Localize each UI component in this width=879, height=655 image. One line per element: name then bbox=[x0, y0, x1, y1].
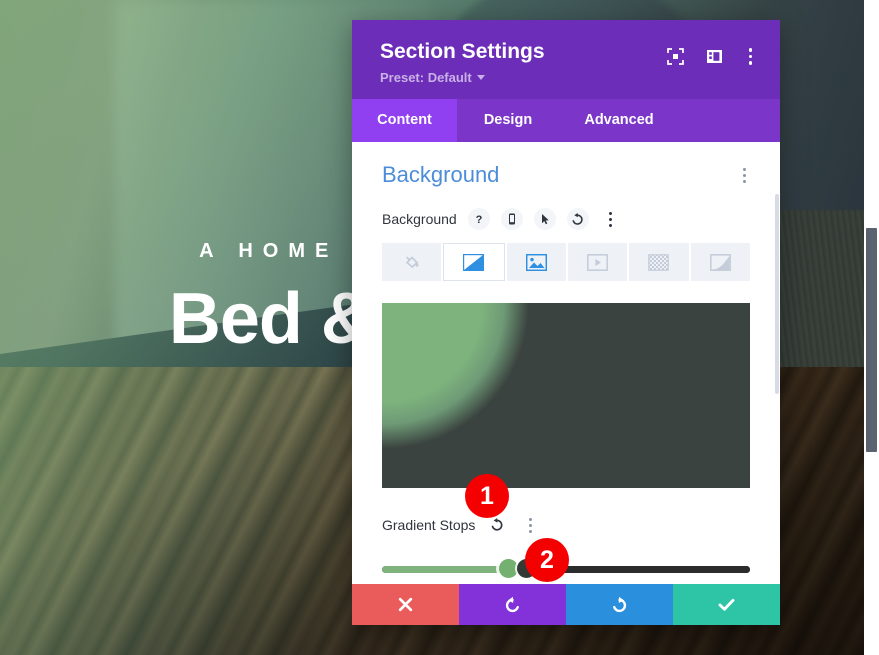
background-type-gradient[interactable] bbox=[443, 243, 505, 282]
modal-body-scrollbar[interactable] bbox=[774, 142, 780, 584]
tab-content[interactable]: Content bbox=[352, 99, 457, 143]
hover-cursor-icon[interactable] bbox=[533, 208, 556, 231]
modal-footer[interactable] bbox=[352, 584, 780, 625]
modal-body[interactable]: Background Background ? Gradient Stops bbox=[352, 142, 780, 584]
more-options-icon[interactable] bbox=[745, 45, 757, 68]
annotation-badge-1: 1 bbox=[465, 474, 509, 518]
gradient-stops-label: Gradient Stops bbox=[382, 517, 476, 534]
modal-body-scroll-thumb[interactable] bbox=[775, 194, 779, 395]
preset-selector[interactable]: Preset: Default bbox=[380, 70, 667, 85]
responsive-mobile-icon[interactable] bbox=[500, 208, 523, 231]
background-type-video[interactable] bbox=[567, 243, 628, 282]
cancel-button[interactable] bbox=[352, 584, 459, 625]
section-settings-modal[interactable]: Section Settings Preset: Default Content… bbox=[352, 20, 780, 625]
chevron-down-icon bbox=[476, 75, 485, 81]
page-scrollbar[interactable] bbox=[864, 0, 879, 655]
svg-text:?: ? bbox=[475, 214, 482, 226]
background-type-mask[interactable] bbox=[690, 243, 750, 282]
gradient-stops-label-row: Gradient Stops bbox=[382, 514, 750, 536]
background-type-pattern[interactable] bbox=[629, 243, 689, 282]
undo-button[interactable] bbox=[459, 584, 566, 625]
tab-advanced[interactable]: Advanced bbox=[559, 99, 679, 142]
page-title: Section Settings bbox=[380, 40, 545, 63]
background-section-header: Background bbox=[382, 162, 750, 188]
layout-panel-icon[interactable] bbox=[706, 48, 723, 65]
help-icon[interactable]: ? bbox=[467, 208, 490, 231]
gradient-stops-more-options-icon[interactable] bbox=[519, 514, 541, 536]
preset-label: Preset: Default bbox=[380, 70, 472, 86]
section-more-options-icon[interactable] bbox=[739, 165, 750, 186]
gradient-preview[interactable] bbox=[382, 303, 750, 489]
background-type-selector[interactable] bbox=[382, 243, 750, 282]
annotation-badge-2: 2 bbox=[525, 538, 569, 582]
gradient-stop-segment-end bbox=[540, 565, 750, 573]
background-field-label: Background bbox=[382, 211, 457, 228]
background-type-image[interactable] bbox=[506, 243, 566, 282]
tab-design[interactable]: Design bbox=[457, 99, 559, 142]
redo-button[interactable] bbox=[566, 584, 673, 625]
field-more-options-icon[interactable] bbox=[600, 208, 622, 230]
focus-icon[interactable] bbox=[666, 47, 684, 65]
background-field-label-row: Background ? bbox=[382, 208, 750, 231]
modal-tab-bar[interactable]: Content Design Advanced bbox=[352, 99, 780, 143]
page-scrollbar-thumb[interactable] bbox=[866, 228, 877, 452]
background-type-color[interactable] bbox=[382, 243, 442, 282]
section-title: Background bbox=[382, 162, 500, 188]
modal-header: Section Settings Preset: Default bbox=[352, 20, 780, 100]
reset-icon[interactable] bbox=[566, 208, 589, 231]
save-button[interactable] bbox=[673, 584, 780, 625]
gradient-stop-handle-1[interactable] bbox=[499, 559, 518, 579]
